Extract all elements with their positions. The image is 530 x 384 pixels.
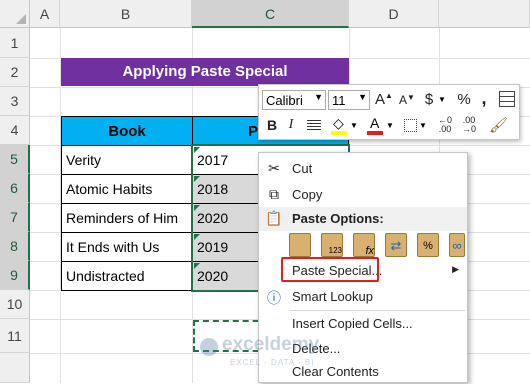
watermark-logo-icon: [200, 338, 218, 356]
italic-button[interactable]: I: [285, 117, 297, 133]
watermark-logo: exceldemy EXCEL · DATA · BI: [200, 334, 360, 374]
scissors-icon: ✂: [268, 160, 280, 176]
select-all-corner[interactable]: [0, 0, 30, 28]
menu-item-label: Insert Copied Cells...: [292, 316, 413, 331]
chevron-down-icon: ▼: [314, 92, 323, 102]
chevron-down-icon[interactable]: ▼: [438, 95, 446, 104]
paste-special-highlight: [281, 257, 379, 282]
paste-options-header: 📋 Paste Options:: [259, 207, 467, 231]
decrease-font-size-button[interactable]: A▼: [398, 93, 416, 107]
column-header-c[interactable]: C: [192, 0, 349, 28]
column-header-e-partial[interactable]: [439, 0, 530, 28]
row-header-10[interactable]: 10: [0, 290, 30, 319]
chevron-down-icon[interactable]: ▼: [419, 121, 427, 130]
error-indicator-icon[interactable]: [194, 263, 200, 269]
format-table-icon[interactable]: [499, 91, 515, 107]
chevron-down-icon[interactable]: ▼: [350, 121, 358, 130]
table-header-book[interactable]: Book: [61, 116, 193, 146]
chevron-down-icon: ▼: [358, 92, 367, 102]
table-cell-book[interactable]: Undistracted: [61, 261, 193, 291]
font-size-value: 11: [332, 92, 346, 108]
paste-formulas-icon[interactable]: fx: [353, 233, 375, 257]
menu-item-insert-copied-cells[interactable]: Insert Copied Cells...: [259, 312, 467, 336]
menu-item-copy[interactable]: ⧉ Copy: [259, 183, 467, 207]
row-header-7[interactable]: 7: [0, 203, 30, 232]
bold-button[interactable]: B: [265, 117, 279, 133]
column-header-a[interactable]: A: [30, 0, 60, 28]
column-header-d[interactable]: D: [349, 0, 439, 28]
mini-toolbar: Calibri ▼ 11 ▼ A▲ A▼ $ ▼ % , B I ◇ ▼ A ▼…: [258, 84, 520, 140]
paste-transpose-icon[interactable]: ⇄: [385, 233, 407, 257]
borders-icon[interactable]: [404, 119, 417, 132]
fill-color-icon[interactable]: ◇: [331, 115, 347, 135]
increase-font-size-button[interactable]: A▲: [374, 91, 394, 108]
error-indicator-icon[interactable]: [194, 176, 200, 182]
error-indicator-icon[interactable]: [194, 147, 200, 153]
format-painter-icon[interactable]: 🖌: [489, 116, 508, 134]
row-header-9[interactable]: 9: [0, 261, 30, 290]
font-size-dropdown[interactable]: 11 ▼: [328, 90, 370, 110]
column-header-b[interactable]: B: [60, 0, 192, 28]
table-cell-book[interactable]: Atomic Habits: [61, 174, 193, 204]
row-header-11[interactable]: 11: [0, 319, 30, 353]
info-icon: ⓘ: [267, 290, 281, 306]
menu-item-label: Copy: [292, 187, 323, 202]
comma-style-button[interactable]: ,: [477, 88, 491, 109]
row-header-8[interactable]: 8: [0, 232, 30, 261]
chevron-right-icon: ▶: [452, 264, 459, 274]
table-cell-book[interactable]: Reminders of Him: [61, 203, 193, 233]
menu-item-label: Paste Options:: [292, 211, 384, 226]
menu-item-cut[interactable]: ✂ Cut: [259, 157, 467, 181]
menu-item-label: Smart Lookup: [292, 289, 373, 304]
menu-item-label: Cut: [292, 161, 313, 176]
paste-icon[interactable]: [289, 233, 311, 257]
increase-decimal-icon[interactable]: ←0.00: [435, 116, 455, 134]
currency-format-button[interactable]: $: [421, 91, 437, 108]
paste-link-icon[interactable]: ∞: [449, 233, 465, 257]
row-header-1[interactable]: 1: [0, 28, 30, 58]
watermark-tagline: EXCEL · DATA · BI: [230, 358, 315, 367]
select-all-triangle-icon: [16, 14, 26, 24]
percent-format-button[interactable]: %: [455, 91, 473, 108]
error-indicator-icon[interactable]: [194, 234, 200, 240]
sheet-title[interactable]: Applying Paste Special: [61, 58, 349, 86]
watermark-brand: exceldemy: [222, 334, 320, 355]
font-name-value: Calibri: [266, 92, 303, 108]
menu-separator: [289, 310, 465, 311]
row-header-4[interactable]: 4: [0, 116, 30, 145]
align-center-icon[interactable]: [307, 120, 321, 131]
table-cell-book[interactable]: It Ends with Us: [61, 232, 193, 262]
chevron-down-icon[interactable]: ▼: [386, 121, 394, 130]
table-cell-book[interactable]: Verity: [61, 145, 193, 175]
copy-icon: ⧉: [269, 186, 279, 202]
font-name-dropdown[interactable]: Calibri ▼: [262, 90, 326, 110]
row-header-3[interactable]: 3: [0, 87, 30, 116]
row-header-2[interactable]: 2: [0, 58, 30, 87]
row-header-6[interactable]: 6: [0, 174, 30, 203]
font-color-icon[interactable]: A: [367, 115, 383, 135]
clipboard-icon: 📋: [265, 210, 283, 226]
decrease-decimal-icon[interactable]: .00 →0: [459, 116, 479, 134]
row-header-5[interactable]: 5: [0, 145, 30, 174]
paste-values-icon[interactable]: 123: [321, 233, 343, 257]
menu-item-smart-lookup[interactable]: ⓘ Smart Lookup: [259, 285, 467, 309]
paste-formatting-icon[interactable]: %: [417, 233, 439, 257]
row-header-12-partial[interactable]: [0, 353, 30, 383]
error-indicator-icon[interactable]: [194, 205, 200, 211]
